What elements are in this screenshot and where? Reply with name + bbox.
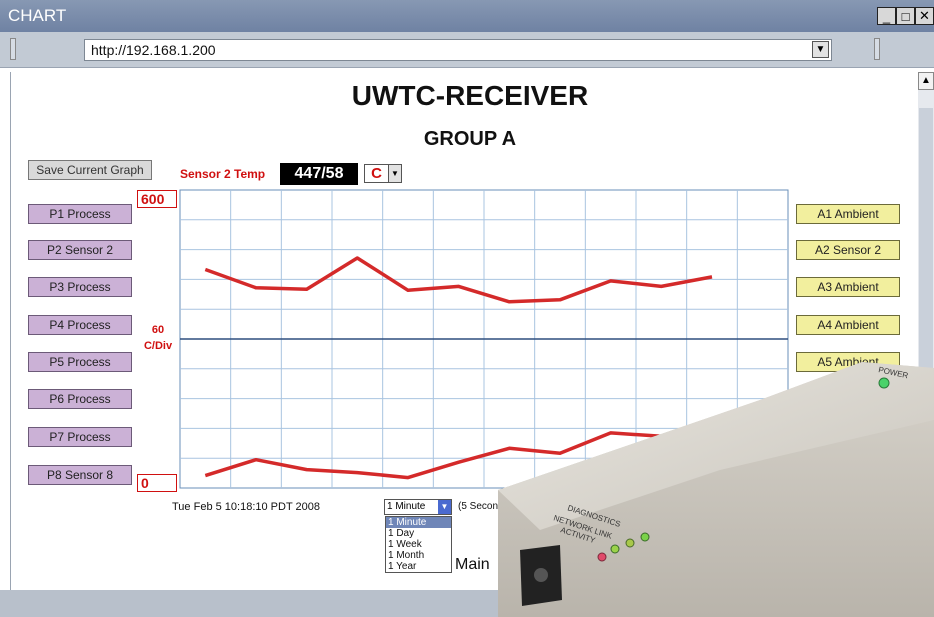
range-option[interactable]: 1 Year [386,561,451,572]
range-option[interactable]: 1 Month [386,550,451,561]
main-link[interactable]: Main [455,556,490,574]
chevron-down-icon[interactable]: ▼ [438,500,451,514]
chart-grid [179,189,789,489]
range-option[interactable]: 1 Minute [386,517,451,528]
time-range-options: 1 Minute 1 Day 1 Week 1 Month 1 Year [385,516,452,573]
range-option[interactable]: 1 Day [386,528,451,539]
temperature-chart [179,189,789,489]
range-option[interactable]: 1 Week [386,539,451,550]
timestamp: Tue Feb 5 10:18:10 PDT 2008 [172,501,320,513]
time-range-value: 1 Minute [387,501,426,512]
time-range-select[interactable]: 1 Minute ▼ [384,499,452,515]
time-per-division: (5 Seconds/Div) [458,501,530,512]
